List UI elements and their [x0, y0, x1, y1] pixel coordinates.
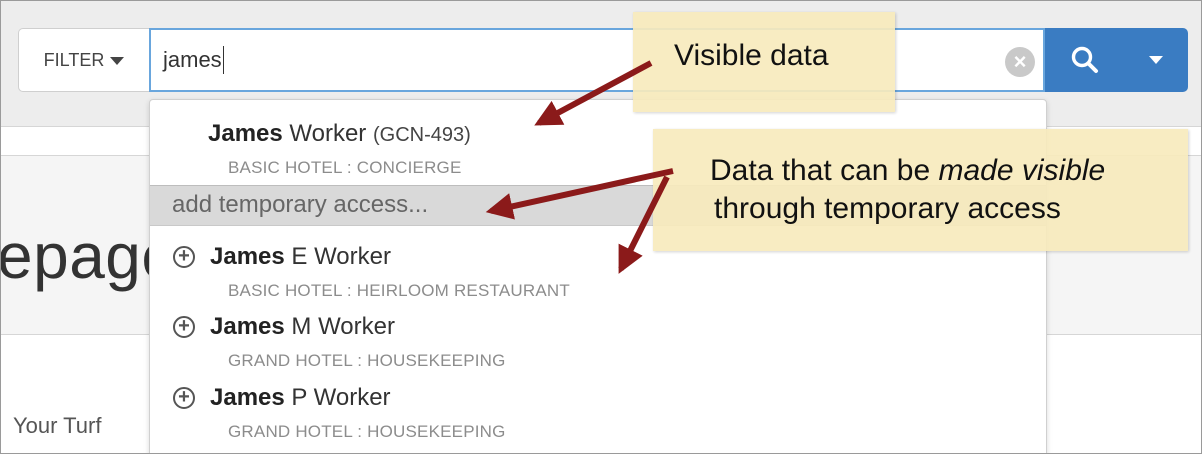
section-label: Your Turf [13, 413, 102, 438]
caret-down-icon [110, 56, 125, 65]
result-item-hidden[interactable]: + James P Worker GRAND HOTEL : HOUSEKEEP… [150, 368, 1046, 441]
result-name: James E Worker [210, 243, 391, 270]
temporary-access-callout [653, 129, 1188, 251]
search-query: james [163, 47, 222, 72]
result-name: James P Worker [210, 384, 391, 411]
plus-circle-icon[interactable]: + [173, 246, 195, 268]
result-subtitle: GRAND HOTEL : HOUSEKEEPING [228, 422, 506, 441]
screenshot-frame: epage Your Turf FILTER james × James Wor… [0, 0, 1202, 454]
visible-data-callout-text: Visible data [674, 39, 829, 72]
clear-icon[interactable]: × [1005, 47, 1035, 77]
filter-button[interactable]: FILTER [18, 28, 149, 92]
result-name: James M Worker [210, 313, 395, 340]
result-name: James Worker (GCN-493) [208, 120, 471, 147]
temporary-access-callout-line2: through temporary access [714, 192, 1061, 225]
search-options-dropdown-button[interactable] [1124, 28, 1188, 92]
search-input[interactable]: james × [149, 28, 1045, 92]
result-subtitle: BASIC HOTEL : CONCIERGE [228, 158, 462, 177]
result-item-hidden[interactable]: + James M Worker GRAND HOTEL : HOUSEKEEP… [150, 297, 1046, 370]
text-cursor [222, 46, 224, 74]
search-bar: FILTER james × [18, 28, 1188, 94]
add-temporary-access-label: add temporary access... [172, 191, 429, 218]
filter-label: FILTER [43, 49, 105, 70]
search-icon [1071, 46, 1098, 73]
plus-circle-icon[interactable]: + [173, 387, 195, 409]
chevron-down-icon [1149, 56, 1163, 64]
plus-circle-icon[interactable]: + [173, 316, 195, 338]
search-button[interactable] [1045, 28, 1125, 92]
result-code: (GCN-493) [372, 124, 471, 146]
temporary-access-callout-line1: Data that can be made visible [710, 154, 1106, 187]
